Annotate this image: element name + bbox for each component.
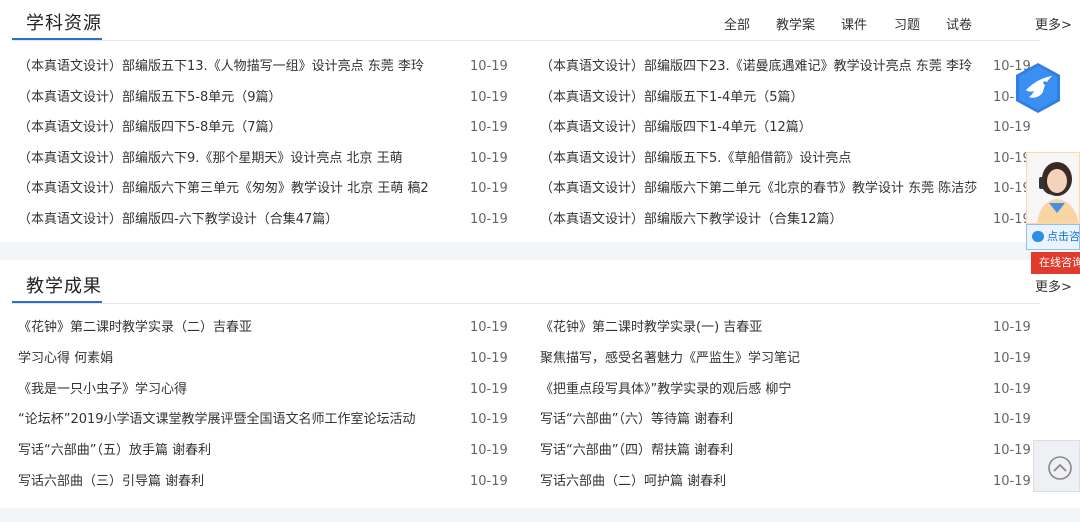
list-item: 聚焦描写，感受名著魅力《严监生》学习笔记 10-19: [540, 349, 1033, 369]
chevron-up-icon: [1048, 456, 1072, 480]
customer-service-widget[interactable]: 点击咨询 在线咨询: [1026, 152, 1080, 276]
list-item: （本真语文设计）部编版四-六下教学设计（合集47篇） 10-19: [18, 210, 510, 230]
list-item-title[interactable]: “论坛杯”2019小学语文课堂教学展评暨全国语文名师工作室论坛活动: [18, 410, 458, 430]
list-item: 学习心得 何素娟 10-19: [18, 349, 510, 369]
list-item-date: 10-19: [993, 443, 1031, 459]
list-item-title[interactable]: 学习心得 何素娟: [18, 349, 458, 369]
list-item-title[interactable]: 《我是一只小虫子》学习心得: [18, 380, 458, 400]
list-item-date: 10-19: [470, 350, 508, 366]
list-item-title[interactable]: 写话六部曲（三）引导篇 谢春利: [18, 472, 458, 492]
list-item: （本真语文设计）部编版六下教学设计（合集12篇） 10-19: [540, 210, 1033, 230]
list-item-title[interactable]: （本真语文设计）部编版六下第三单元《匆匆》教学设计 北京 王萌 稿2: [18, 179, 458, 199]
click-consult-label: 点击咨询: [1047, 230, 1080, 243]
resources-panel: 学科资源 全部 教学案 课件 习题 试卷 更多> （本真语文设计）部编版五下13…: [0, 0, 1080, 242]
list-item: （本真语文设计）部编版六下第三单元《匆匆》教学设计 北京 王萌 稿2 10-19: [18, 179, 510, 199]
list-item-title[interactable]: 写话“六部曲”（六）等待篇 谢春利: [540, 410, 980, 430]
list-item-date: 10-19: [470, 412, 508, 428]
list-item-title[interactable]: 聚焦描写，感受名著魅力《严监生》学习笔记: [540, 349, 980, 369]
list-item: 写话“六部曲”（六）等待篇 谢春利 10-19: [540, 410, 1033, 430]
list-item: 写话六部曲（二）呵护篇 谢春利 10-19: [540, 472, 1033, 492]
list-item-date: 10-19: [470, 181, 508, 197]
list-item-title[interactable]: （本真语文设计）部编版六下第二单元《北京的春节》教学设计 东莞 陈洁莎 1: [540, 179, 980, 199]
list-item: （本真语文设计）部编版四下23.《诺曼底遇难记》教学设计亮点 东莞 李玲 10-1…: [540, 57, 1033, 77]
list-item-date: 10-19: [993, 381, 1031, 397]
achievements-panel: 教学成果 更多> 《花钟》第二课时教学实录（二）吉春亚 10-19 学习心得 何素娟…: [0, 260, 1080, 508]
list-item-title[interactable]: （本真语文设计）部编版四-六下教学设计（合集47篇）: [18, 210, 458, 230]
list-item-title[interactable]: （本真语文设计）部编版六下教学设计（合集12篇）: [540, 210, 980, 230]
list-item-date: 10-19: [470, 443, 508, 459]
achievements-title: 教学成果: [26, 276, 102, 297]
list-item-date: 10-19: [470, 59, 508, 74]
list-item-date: 10-19: [470, 89, 508, 105]
tab-all[interactable]: 全部: [724, 14, 750, 33]
list-item-title[interactable]: 写话六部曲（二）呵护篇 谢春利: [540, 472, 980, 492]
list-item: 写话“六部曲”（五）放手篇 谢春利 10-19: [18, 441, 510, 461]
list-item-date: 10-19: [470, 150, 508, 166]
resources-title: 学科资源: [26, 13, 102, 34]
achievements-more-link[interactable]: 更多>: [1035, 276, 1072, 295]
list-item-title[interactable]: 写话“六部曲”（五）放手篇 谢春利: [18, 441, 458, 461]
list-item-title[interactable]: （本真语文设计）部编版六下9.《那个星期天》设计亮点 北京 王萌: [18, 149, 458, 169]
list-item: 《把重点段写具体》”教学实录的观后感 柳宁 10-19: [540, 380, 1033, 400]
tab-teaching-plans[interactable]: 教学案: [776, 14, 815, 33]
list-item: （本真语文设计）部编版四下1-4单元（12篇） 10-19: [540, 118, 1033, 138]
list-item-date: 10-19: [993, 320, 1031, 335]
list-item: 写话六部曲（三）引导篇 谢春利 10-19: [18, 472, 510, 492]
list-item: （本真语文设计）部编版五下13.《人物描写一组》设计亮点 东莞 李玲 10-19: [18, 57, 510, 77]
list-item: （本真语文设计）部编版五下5.《草船借箭》设计亮点 10-19: [540, 149, 1033, 169]
list-item: （本真语文设计）部编版四下5-8单元（7篇） 10-19: [18, 118, 510, 138]
list-item-title[interactable]: （本真语文设计）部编版五下1-4单元（5篇）: [540, 88, 980, 108]
list-item: 写话“六部曲”（四）帮扶篇 谢春利 10-19: [540, 441, 1033, 461]
resources-more-link[interactable]: 更多>: [1035, 14, 1072, 33]
list-item-date: 10-19: [993, 412, 1031, 428]
list-item-title[interactable]: （本真语文设计）部编版四下1-4单元（12篇）: [540, 118, 980, 138]
list-item-date: 10-19: [993, 474, 1031, 489]
tab-courseware[interactable]: 课件: [841, 14, 867, 33]
list-item-title[interactable]: （本真语文设计）部编版四下23.《诺曼底遇难记》教学设计亮点 东莞 李玲: [540, 57, 980, 77]
list-item-title[interactable]: 《花钟》第二课时教学实录（二）吉春亚: [18, 318, 458, 338]
list-item-title[interactable]: 写话“六部曲”（四）帮扶篇 谢春利: [540, 441, 980, 461]
list-item-title[interactable]: （本真语文设计）部编版五下13.《人物描写一组》设计亮点 东莞 李玲: [18, 57, 458, 77]
list-item-date: 10-19: [470, 474, 508, 489]
list-item: 《我是一只小虫子》学习心得 10-19: [18, 380, 510, 400]
list-item-date: 10-19: [470, 120, 508, 136]
list-item: （本真语文设计）部编版五下5-8单元（9篇） 10-19: [18, 88, 510, 108]
tab-exercises[interactable]: 习题: [894, 14, 920, 33]
achievements-divider: [12, 303, 1040, 304]
list-item-date: 10-19: [993, 120, 1031, 136]
tab-exams[interactable]: 试卷: [946, 14, 972, 33]
resources-divider: [12, 40, 1040, 41]
list-item: （本真语文设计）部编版六下第二单元《北京的春节》教学设计 东莞 陈洁莎 1 10-…: [540, 179, 1033, 199]
bird-logo-icon[interactable]: [1014, 62, 1062, 114]
list-item-title[interactable]: 《花钟》第二课时教学实录(一) 吉春亚: [540, 318, 980, 338]
list-item-title[interactable]: （本真语文设计）部编版五下5-8单元（9篇）: [18, 88, 458, 108]
list-item: （本真语文设计）部编版五下1-4单元（5篇） 10-19: [540, 88, 1033, 108]
list-item: “论坛杯”2019小学语文课堂教学展评暨全国语文名师工作室论坛活动 10-19: [18, 410, 510, 430]
list-item-date: 10-19: [470, 381, 508, 397]
click-consult-button[interactable]: 点击咨询: [1026, 224, 1080, 250]
list-item: （本真语文设计）部编版六下9.《那个星期天》设计亮点 北京 王萌 10-19: [18, 149, 510, 169]
list-item-date: 10-19: [470, 320, 508, 335]
list-item: 《花钟》第二课时教学实录（二）吉春亚 10-19: [18, 318, 510, 338]
list-item-title[interactable]: （本真语文设计）部编版四下5-8单元（7篇）: [18, 118, 458, 138]
list-item-title[interactable]: （本真语文设计）部编版五下5.《草船借箭》设计亮点: [540, 149, 980, 169]
chat-bubble-icon: [1032, 231, 1044, 242]
back-to-top-button[interactable]: [1033, 440, 1080, 492]
list-item-title[interactable]: 《把重点段写具体》”教学实录的观后感 柳宁: [540, 380, 980, 400]
agent-avatar: [1026, 152, 1080, 224]
list-item-date: 10-19: [993, 350, 1031, 366]
online-consult-button[interactable]: 在线咨询: [1031, 252, 1080, 274]
list-item: 《花钟》第二课时教学实录(一) 吉春亚 10-19: [540, 318, 1033, 338]
list-item-date: 10-19: [470, 212, 508, 227]
